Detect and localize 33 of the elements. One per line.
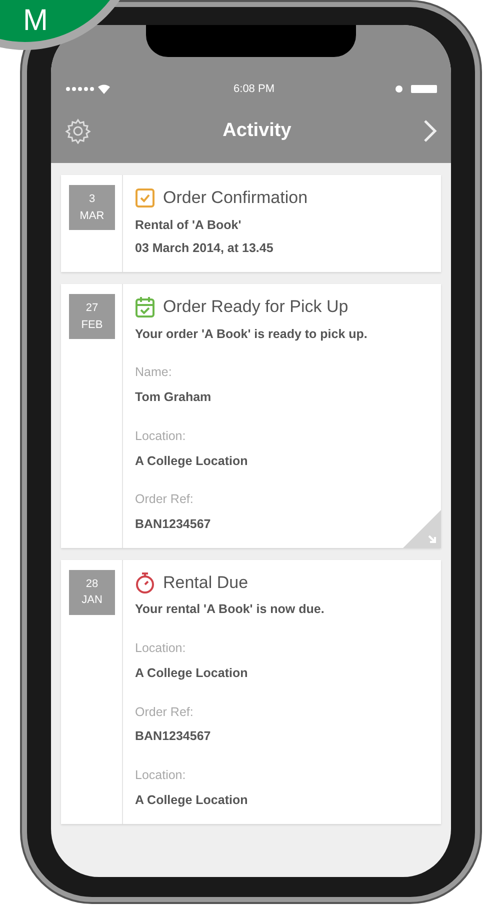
card-text: Rental of 'A Book' bbox=[135, 216, 242, 234]
activity-card[interactable]: 28 JAN Rental Due Your rental 'A Book' is now due. Location: A College Location Order Ref: BAN1234567 Location: A College Location bbox=[61, 560, 441, 824]
settings-icon[interactable] bbox=[65, 118, 91, 144]
field-label: Order Ref: bbox=[135, 704, 194, 720]
lock-icon bbox=[395, 85, 403, 93]
card-title: Rental Due bbox=[163, 572, 248, 594]
card-text: Your order 'A Book' is ready to pick up. bbox=[135, 326, 368, 343]
field-value: A College Location bbox=[135, 452, 249, 470]
date-tile: 28 JAN bbox=[69, 570, 115, 615]
card-text: Your rental 'A Book' is now due. bbox=[135, 601, 324, 618]
field-label: Location: bbox=[135, 428, 187, 445]
field-value: A College Location bbox=[135, 664, 249, 682]
card-title: Order Ready for Pick Up bbox=[163, 296, 348, 318]
battery-icon bbox=[411, 85, 437, 93]
field-value: A College Location bbox=[135, 792, 249, 809]
signal-wifi-icon bbox=[65, 84, 113, 94]
activity-card[interactable]: 3 MAR Order Confirmation Rental of 'A Book' 03 March 2014, at 13.45 bbox=[61, 175, 441, 272]
field-value: BAN1234567 bbox=[135, 728, 212, 746]
field-label: Order Ref: bbox=[135, 491, 194, 508]
screen-title: Activity bbox=[222, 118, 292, 143]
card-text: 03 March 2014, at 13.45 bbox=[135, 240, 274, 258]
activity-card[interactable]: 27 FEB Order Ready for Pick Up Your order 'A Book' is ready to pick up. Name: Tom Graham Location: A College Location Order Ref: BAN1234567 bbox=[61, 284, 441, 548]
corner-fold-icon[interactable] bbox=[403, 510, 441, 548]
field-label: Location: bbox=[135, 640, 187, 657]
status-time: 6:08 PM bbox=[234, 82, 274, 97]
field-value: BAN1234567 bbox=[135, 516, 212, 533]
field-label: Name: bbox=[135, 364, 173, 382]
field-value: Tom Graham bbox=[135, 389, 212, 406]
chevron-right-icon[interactable] bbox=[422, 119, 437, 143]
card-title: Order Confirmation bbox=[163, 187, 308, 209]
field-label: Location: bbox=[135, 767, 187, 784]
date-tile: 27 FEB bbox=[69, 294, 115, 339]
date-tile: 3 MAR bbox=[69, 185, 115, 230]
